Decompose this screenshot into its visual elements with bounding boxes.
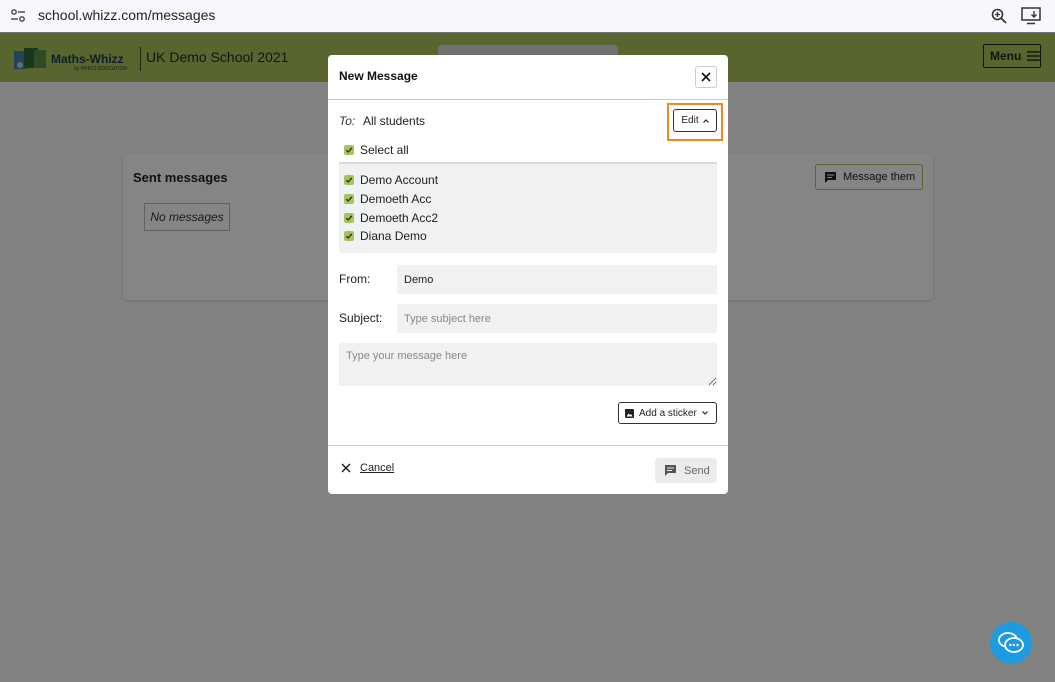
recipient-item[interactable]: Demoeth Acc2 — [344, 211, 438, 225]
from-label: From: — [339, 272, 371, 286]
recipient-name: Demoeth Acc — [360, 192, 432, 206]
send-button[interactable]: Send — [655, 458, 717, 483]
checkbox-checked-icon[interactable] — [344, 213, 354, 223]
recipient-name: Diana Demo — [360, 229, 427, 243]
dialog-title: New Message — [339, 69, 418, 83]
checkbox-checked-icon[interactable] — [344, 231, 354, 241]
recipient-list: Demo Account Demoeth Acc Demoeth Acc2 Di… — [339, 162, 717, 253]
subject-label: Subject: — [339, 311, 383, 325]
install-app-icon[interactable] — [1021, 7, 1041, 25]
message-textarea[interactable] — [339, 343, 717, 386]
recipient-name: Demoeth Acc2 — [360, 211, 439, 225]
checkbox-checked-icon[interactable] — [344, 145, 354, 155]
recipient-item[interactable]: Diana Demo — [344, 229, 427, 243]
from-field[interactable] — [397, 265, 717, 294]
checkbox-checked-icon[interactable] — [344, 175, 354, 185]
browser-toolbar: school.whizz.com/messages — [0, 0, 1055, 33]
cancel-label: Cancel — [360, 462, 395, 474]
send-label: Send — [684, 464, 710, 477]
checkbox-checked-icon[interactable] — [344, 194, 354, 204]
dialog-divider — [328, 99, 728, 100]
image-icon — [625, 408, 634, 418]
recipient-item[interactable]: Demoeth Acc — [344, 192, 431, 206]
to-label: To: — [339, 114, 356, 128]
zoom-icon[interactable] — [990, 7, 1008, 25]
recipient-item[interactable]: Demo Account — [344, 173, 438, 187]
recipient-name: Demo Account — [360, 173, 439, 187]
new-message-dialog: New Message To: All students Edit Select… — [328, 55, 728, 494]
chevron-down-icon — [701, 411, 708, 415]
cancel-button[interactable]: Cancel — [341, 462, 394, 474]
to-value: All students — [363, 114, 426, 128]
close-button[interactable] — [695, 66, 717, 88]
add-sticker-button[interactable]: Add a sticker — [618, 402, 717, 424]
chat-bubbles-icon — [998, 632, 1024, 653]
add-sticker-label: Add a sticker — [639, 407, 697, 419]
edit-recipients-button[interactable]: Edit — [673, 109, 717, 132]
subject-input[interactable] — [397, 304, 717, 333]
message-icon — [665, 465, 676, 476]
edit-label: Edit — [681, 115, 699, 126]
chevron-up-icon — [702, 118, 709, 123]
chat-widget-button[interactable] — [990, 622, 1032, 664]
address-bar[interactable]: school.whizz.com/messages — [38, 7, 215, 23]
site-info-icon[interactable] — [10, 8, 26, 24]
select-all-label: Select all — [360, 143, 409, 157]
close-icon — [701, 72, 711, 82]
dialog-footer-divider — [328, 445, 728, 446]
select-all-checkbox[interactable]: Select all — [344, 143, 409, 157]
close-icon — [341, 463, 351, 473]
